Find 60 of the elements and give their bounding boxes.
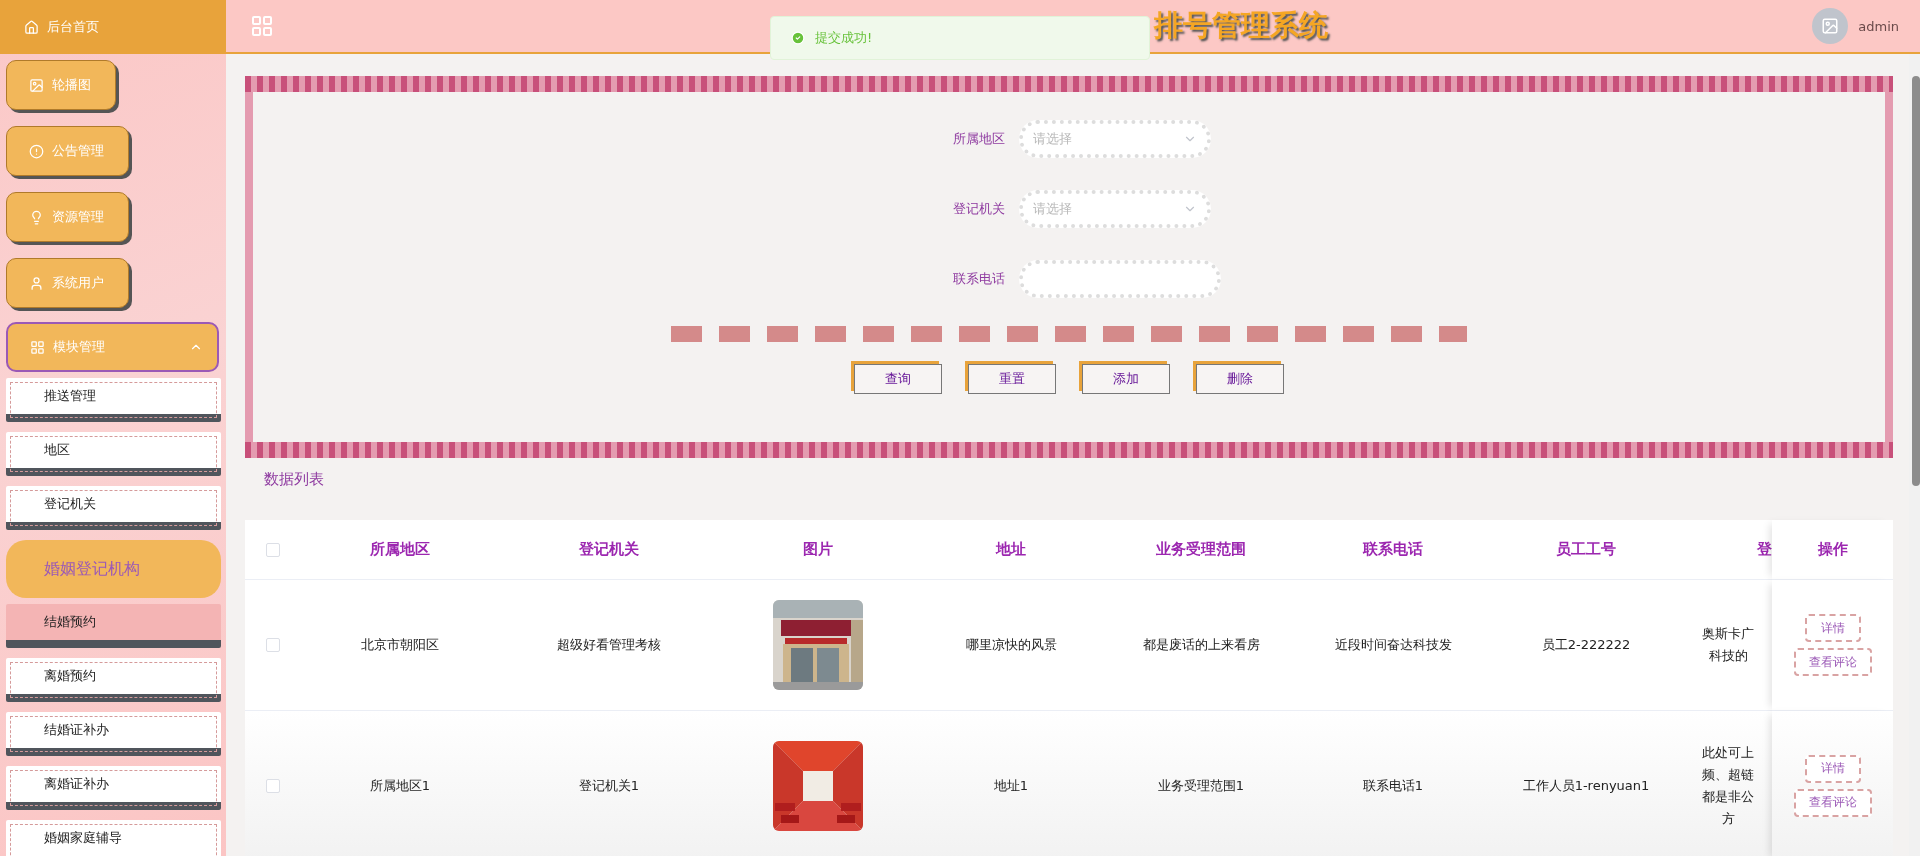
section-title: 数据列表 bbox=[264, 470, 325, 490]
checkbox[interactable] bbox=[265, 638, 280, 652]
menu-icon[interactable] bbox=[250, 14, 274, 38]
add-button[interactable]: 添加 bbox=[1082, 364, 1170, 394]
field-label: 登记机关 bbox=[952, 200, 1005, 218]
lightbulb-icon bbox=[29, 209, 44, 225]
table-cell: 北京市朝阳区 bbox=[361, 636, 439, 654]
column-header: 图片 bbox=[803, 540, 833, 559]
table-cell-text: 奥斯卡广 科技的 bbox=[1702, 625, 1754, 665]
system-title: 排号管理系统 bbox=[1154, 7, 1328, 44]
comments-button[interactable]: 查看评论 bbox=[1793, 788, 1872, 817]
avatar[interactable] bbox=[1812, 8, 1849, 44]
column-header: 登 bbox=[1757, 540, 1772, 559]
submenu-item[interactable]: 婚姻家庭辅导 bbox=[6, 820, 221, 856]
comments-button[interactable]: 查看评论 bbox=[1793, 648, 1872, 676]
table-cell-text: 此处可上 频、超链 都是非公 方 bbox=[1702, 743, 1754, 828]
field-label: 所属地区 bbox=[952, 130, 1005, 148]
reset-button[interactable]: 重置 bbox=[968, 364, 1056, 394]
table-cell: 登记机关1 bbox=[578, 776, 640, 795]
column-header: 所属地区 bbox=[370, 540, 430, 559]
column-header: 地址 bbox=[996, 540, 1026, 559]
table-cell: 地址1 bbox=[993, 776, 1029, 795]
alert-icon bbox=[29, 143, 44, 159]
column-header: 操作 bbox=[1817, 540, 1848, 559]
delete-button[interactable]: 删除 bbox=[1196, 364, 1284, 394]
table-cell: 联系电话1 bbox=[1362, 776, 1424, 795]
username[interactable]: admin bbox=[1858, 18, 1899, 34]
table-cell: 超级好看管理考核 bbox=[557, 636, 661, 654]
submenu-item[interactable]: 结婚预约 bbox=[6, 604, 221, 648]
submenu-item[interactable]: 地区 bbox=[6, 432, 221, 476]
scrollbar-thumb[interactable] bbox=[1912, 76, 1920, 486]
table-cell: 所属地区1 bbox=[369, 776, 431, 795]
field-label: 联系电话 bbox=[952, 270, 1005, 288]
checkbox[interactable] bbox=[265, 778, 280, 793]
table-cell: 都是废话的上来看房 bbox=[1142, 636, 1260, 654]
detail-button[interactable]: 详情 bbox=[1804, 754, 1861, 783]
detail-button[interactable]: 详情 bbox=[1804, 614, 1861, 642]
column-header: 联系电话 bbox=[1363, 540, 1423, 559]
search-button[interactable]: 查询 bbox=[854, 364, 942, 394]
submenu-item[interactable]: 推送管理 bbox=[6, 378, 221, 422]
submenu-item[interactable]: 离婚证补办 bbox=[6, 766, 221, 810]
table-cell: 员工2-222222 bbox=[1541, 636, 1631, 654]
checkbox[interactable] bbox=[265, 542, 280, 557]
toast-message: 提交成功! bbox=[815, 29, 873, 47]
submenu-item[interactable]: 离婚预约 bbox=[6, 658, 221, 702]
column-header: 登记机关 bbox=[579, 540, 639, 559]
table-cell: 近段时间奋达科技发 bbox=[1334, 636, 1452, 654]
image-icon bbox=[29, 77, 44, 93]
user-icon bbox=[29, 275, 44, 291]
submenu-item[interactable]: 结婚证补办 bbox=[6, 712, 221, 756]
column-header: 员工工号 bbox=[1556, 540, 1616, 559]
table-cell: 工作人员1-renyuan1 bbox=[1522, 776, 1650, 795]
grid-icon bbox=[30, 339, 45, 355]
submenu-item[interactable]: 登记机关 bbox=[6, 486, 221, 530]
column-header: 业务受理范围 bbox=[1156, 540, 1246, 559]
check-icon bbox=[791, 31, 805, 45]
input-field[interactable] bbox=[1019, 260, 1221, 298]
table-cell: 哪里凉快的风景 bbox=[965, 636, 1057, 654]
home-icon bbox=[24, 19, 39, 35]
table-cell: 业务受理范围1 bbox=[1157, 776, 1245, 795]
